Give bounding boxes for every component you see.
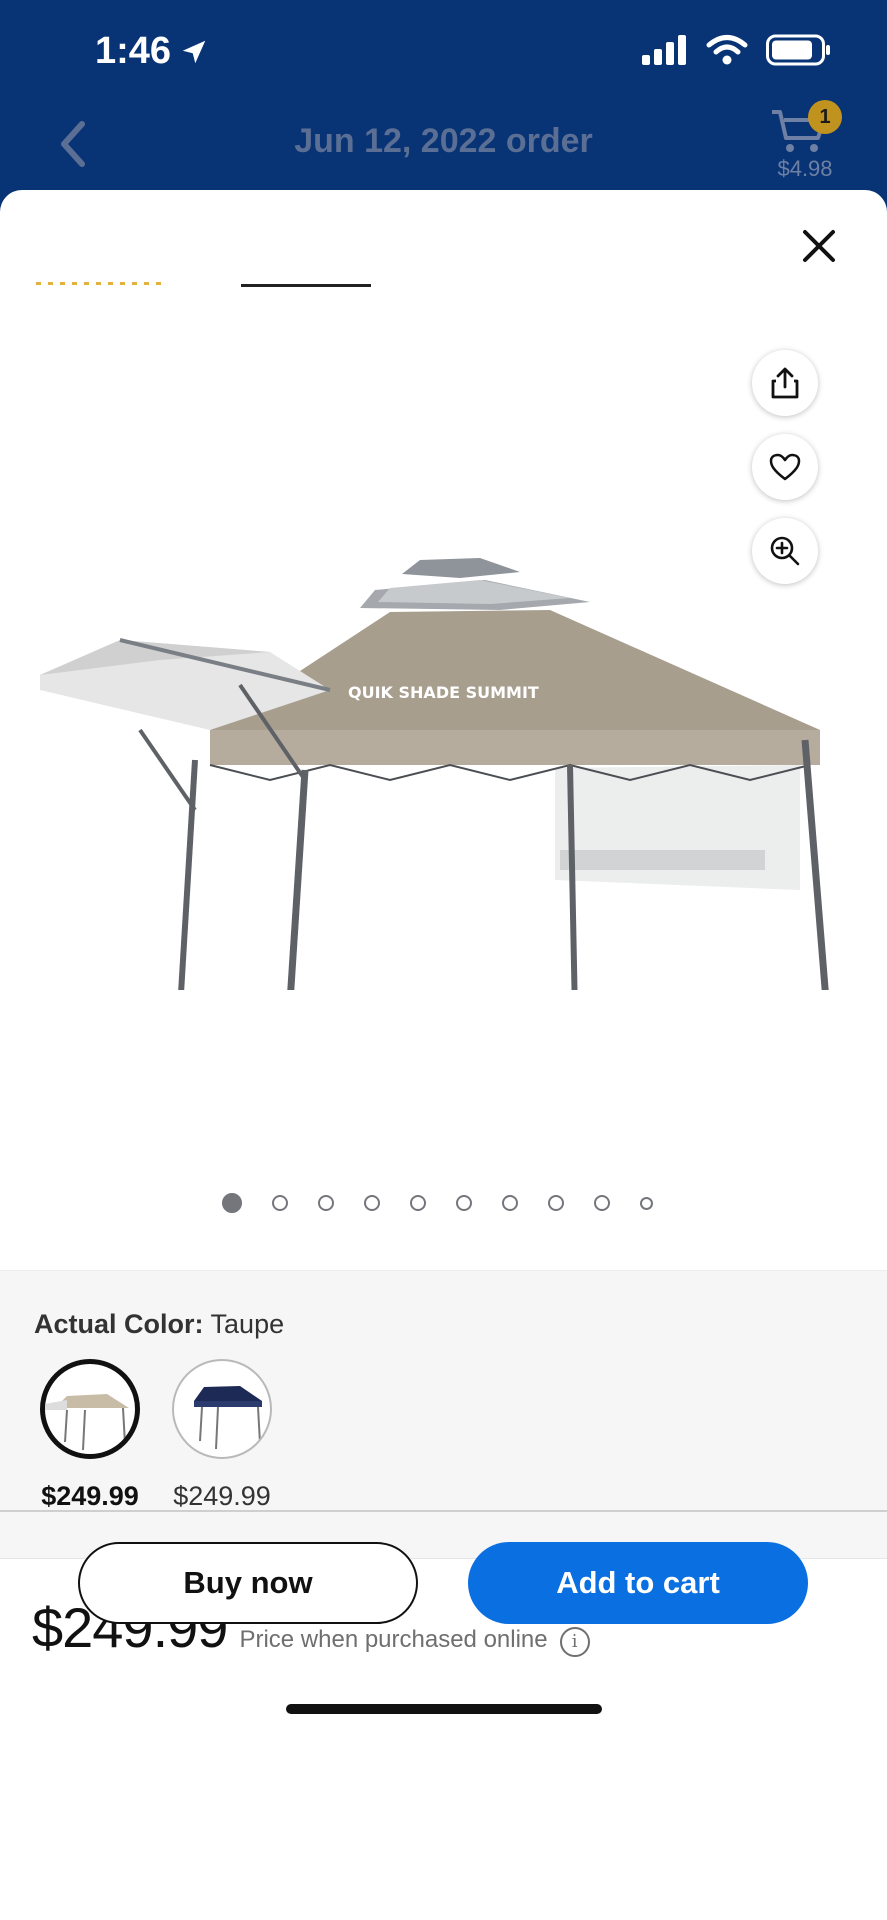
- page-title: Jun 12, 2022 order: [294, 122, 593, 160]
- pagination-dot-2[interactable]: [272, 1195, 288, 1211]
- battery-icon: [766, 34, 830, 66]
- favorite-button[interactable]: [752, 434, 818, 500]
- image-pagination[interactable]: [0, 1193, 881, 1213]
- swatch-navy-price: $249.99: [173, 1481, 271, 1511]
- heart-icon: [769, 453, 801, 481]
- reviews-link[interactable]: [241, 284, 371, 287]
- zoom-button[interactable]: [752, 518, 818, 584]
- status-time: 1:46: [95, 30, 209, 73]
- pagination-dot-8[interactable]: [548, 1195, 564, 1211]
- image-actions: [752, 350, 818, 584]
- pagination-dot-4[interactable]: [364, 1195, 380, 1211]
- rating-row: [36, 282, 376, 288]
- pagination-dot-6[interactable]: [456, 1195, 472, 1211]
- share-icon: [771, 367, 799, 399]
- product-image[interactable]: QUIK SHADE SUMMIT: [30, 430, 850, 990]
- cart-count-badge: 1: [808, 100, 842, 134]
- variant-selector: Actual Color: Taupe $249.99 $249.99: [0, 1270, 887, 1559]
- time-text: 1:46: [95, 30, 172, 72]
- star-rating-icon: [36, 282, 166, 285]
- pagination-dot-1[interactable]: [222, 1193, 242, 1213]
- add-to-cart-button[interactable]: Add to cart: [468, 1542, 808, 1624]
- pagination-dot-9[interactable]: [594, 1195, 610, 1211]
- buy-now-button[interactable]: Buy now: [78, 1542, 418, 1624]
- price-note: Price when purchased online: [239, 1626, 548, 1653]
- share-button[interactable]: [752, 350, 818, 416]
- location-arrow-icon: [182, 40, 206, 63]
- pagination-dot-5[interactable]: [410, 1195, 426, 1211]
- color-value: Taupe: [210, 1309, 285, 1339]
- pagination-dot-3[interactable]: [318, 1195, 334, 1211]
- info-icon[interactable]: i: [559, 1626, 590, 1657]
- signal-icon: [642, 35, 686, 65]
- color-label-row: Actual Color: Taupe: [34, 1309, 284, 1340]
- swatch-taupe[interactable]: [40, 1359, 140, 1459]
- pagination-dot-7[interactable]: [502, 1195, 518, 1211]
- product-sheet: QUIK SHADE SUMMIT Actual Color: Taupe $2…: [0, 190, 887, 1920]
- home-indicator: [286, 1704, 602, 1714]
- close-icon[interactable]: [795, 222, 843, 270]
- swatch-navy[interactable]: [172, 1359, 272, 1459]
- zoom-in-icon: [770, 536, 800, 566]
- cart-total: $4.98: [777, 156, 833, 181]
- cart-button[interactable]: 1 $4.98: [770, 98, 842, 188]
- status-indicators: [642, 34, 832, 66]
- wifi-icon: [706, 35, 748, 65]
- swatch-navy-image: [194, 1386, 262, 1450]
- brand-print: QUIK SHADE SUMMIT: [348, 683, 539, 702]
- pagination-dot-10[interactable]: [640, 1197, 653, 1210]
- swatch-taupe-price: $249.99: [41, 1481, 139, 1511]
- action-divider: [0, 1510, 887, 1512]
- swatch-taupe-image: [45, 1394, 129, 1451]
- color-label: Actual Color:: [34, 1309, 204, 1339]
